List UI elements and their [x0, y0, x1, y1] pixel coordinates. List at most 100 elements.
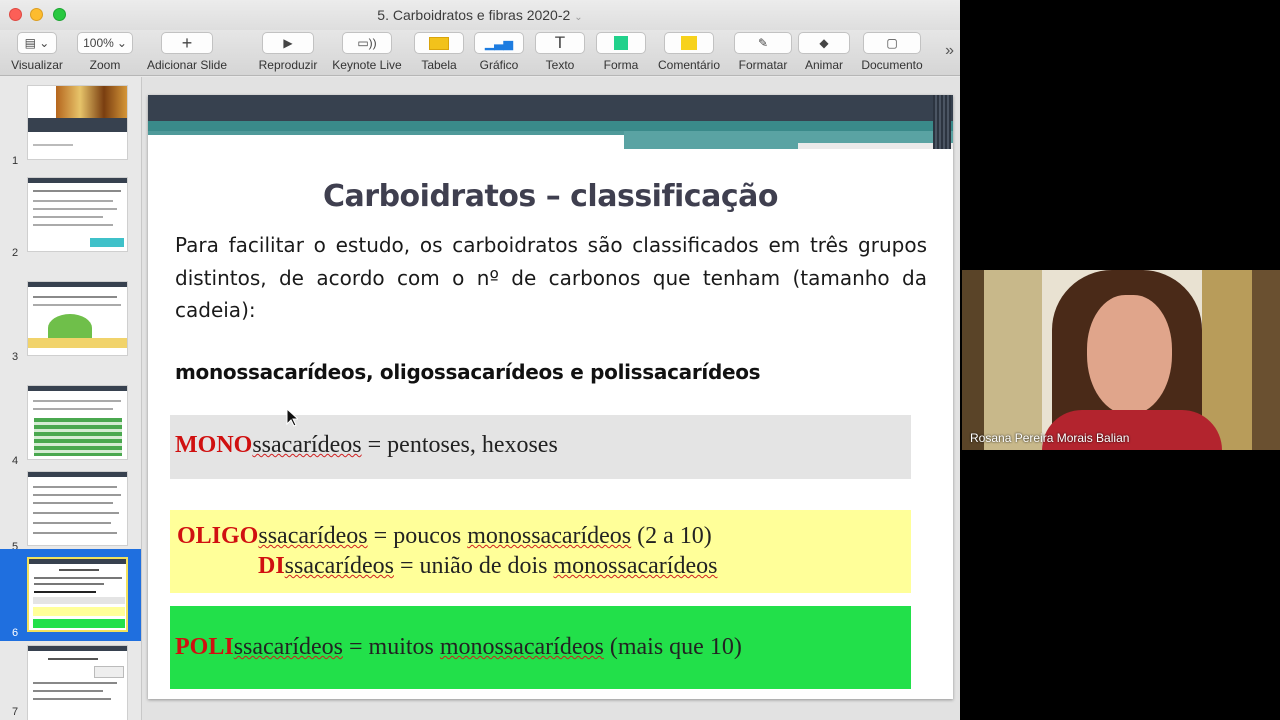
poli-eq1: = muitos	[342, 634, 440, 660]
slide-header-band	[148, 95, 953, 121]
slide-preview	[27, 281, 128, 356]
slide-number: 2	[12, 247, 19, 259]
plus-icon: +	[161, 32, 213, 54]
comment-label: Comentário	[657, 58, 721, 72]
slide-title[interactable]: Carboidratos – classificação	[148, 179, 953, 214]
slide-preview	[27, 471, 128, 546]
document-title[interactable]: 5. Carboidratos e fibras 2020-2 ⌄	[0, 7, 960, 23]
di-word: monossacarídeos	[553, 553, 718, 579]
animate-icon: ◆	[798, 32, 850, 54]
table-label: Tabela	[421, 58, 457, 72]
mono-box[interactable]: MONOssacarídeos = pentoses, hexoses	[170, 415, 911, 479]
slide-thumbnail-5[interactable]: 5	[0, 463, 141, 555]
play-icon: ▶	[262, 32, 314, 54]
chart-button[interactable]: ▁▃▅ Gráfico	[474, 32, 524, 72]
di-eq1: = união de dois	[393, 553, 554, 579]
view-label: Visualizar	[11, 58, 63, 72]
toolbar: ▤ ⌄ Visualizar 100% ⌄ Zoom + Adicionar Sl…	[0, 30, 960, 76]
current-slide[interactable]: Carboidratos – classificação Para facili…	[148, 95, 953, 699]
animate-button[interactable]: ◆ Animar	[798, 32, 850, 72]
slide-preview	[27, 645, 128, 720]
table-icon	[429, 36, 449, 50]
participant-face	[1087, 295, 1172, 415]
title-bar: 5. Carboidratos e fibras 2020-2 ⌄	[0, 0, 960, 30]
shape-label: Forma	[603, 58, 639, 72]
mono-prefix: MONO	[175, 432, 253, 458]
keynote-window: 5. Carboidratos e fibras 2020-2 ⌄ ▤ ⌄ Vis…	[0, 0, 960, 720]
poli-box[interactable]: POLIssacarídeos = muitos monossacarídeos…	[170, 606, 911, 689]
zoom-label: Zoom	[89, 58, 121, 72]
di-rest: ssacarídeos	[284, 553, 394, 579]
mouse-pointer-icon	[286, 408, 298, 427]
slide-header-bars	[933, 95, 951, 149]
chevron-down-icon: ⌄	[574, 12, 583, 23]
sidebar-view-icon: ▤ ⌄	[17, 32, 57, 54]
webcam-video[interactable]: Rosana Pereira Morais Balian	[962, 270, 1280, 450]
text-label: Texto	[545, 58, 575, 72]
format-label: Formatar	[738, 58, 788, 72]
slide-number: 7	[12, 706, 19, 718]
play-label: Reproduzir	[258, 58, 318, 72]
add-slide-button[interactable]: + Adicionar Slide	[143, 32, 231, 72]
document-button[interactable]: ▢ Documento	[858, 32, 926, 72]
keynote-live-icon: ▭))	[342, 32, 392, 54]
slide-preview	[27, 177, 128, 252]
oligo-box[interactable]: OLIGOssacarídeos = poucos monossacarídeo…	[170, 510, 911, 593]
document-label: Documento	[861, 58, 923, 72]
document-title-text: 5. Carboidratos e fibras 2020-2	[377, 7, 571, 23]
format-button[interactable]: ✎ Formatar	[734, 32, 792, 72]
participant-name: Rosana Pereira Morais Balian	[970, 431, 1130, 445]
di-prefix: DI	[258, 553, 285, 579]
slide-thumbnail-6[interactable]: 6	[0, 549, 141, 641]
table-button[interactable]: Tabela	[414, 32, 464, 72]
comment-icon-box	[664, 32, 714, 54]
slide-header-step	[148, 131, 624, 135]
slide-thumbnail-4[interactable]: 4	[0, 377, 141, 469]
keynote-live-label: Keynote Live	[332, 58, 402, 72]
poli-word: monossacarídeos	[439, 634, 604, 660]
slide-thumbnail-3[interactable]: 3	[0, 273, 141, 365]
slide-groups-text[interactable]: monossacarídeos, oligossacarídeos e poli…	[175, 360, 761, 384]
paintbrush-icon: ✎	[734, 32, 792, 54]
slide-thumbnail-1[interactable]: 1	[0, 77, 141, 169]
shape-button[interactable]: Forma	[596, 32, 646, 72]
document-icon: ▢	[863, 32, 921, 54]
slide-intro-text[interactable]: Para facilitar o estudo, os carboidratos…	[175, 229, 927, 327]
zoom-select[interactable]: 100% ⌄ Zoom	[76, 32, 134, 72]
oligo-word: monossacarídeos	[467, 523, 632, 549]
slide-thumbnail-7[interactable]: 7	[0, 637, 141, 720]
slide-preview	[27, 85, 128, 160]
mono-rest: ssacarídeos	[252, 432, 362, 458]
oligo-eq2: (2 a 10)	[631, 523, 712, 549]
oligo-prefix: OLIGO	[177, 523, 259, 549]
comment-button[interactable]: Comentário	[654, 32, 724, 72]
poli-eq2: (mais que 10)	[603, 634, 742, 660]
slide-preview	[27, 557, 128, 632]
mono-equation: = pentoses, hexoses	[361, 432, 558, 458]
text-button[interactable]: T Texto	[535, 32, 585, 72]
add-slide-label: Adicionar Slide	[146, 58, 228, 72]
chevron-down-icon: ⌄	[116, 36, 127, 50]
oligo-eq1: = poucos	[367, 523, 468, 549]
shape-icon	[614, 36, 628, 50]
animate-label: Animar	[804, 58, 843, 72]
poli-rest: ssacarídeos	[233, 634, 343, 660]
slide-canvas[interactable]: Carboidratos – classificação Para facili…	[142, 77, 960, 720]
chart-label: Gráfico	[479, 58, 519, 72]
chart-icon: ▁▃▅	[474, 32, 524, 54]
comment-icon	[681, 36, 697, 50]
table-icon-box	[414, 32, 464, 54]
toolbar-overflow-button[interactable]: »	[945, 42, 954, 60]
slide-header-stripe	[148, 121, 953, 131]
slide-thumbnail-2[interactable]: 2	[0, 169, 141, 261]
keynote-live-button[interactable]: ▭)) Keynote Live	[330, 32, 404, 72]
poli-prefix: POLI	[175, 634, 234, 660]
view-button[interactable]: ▤ ⌄ Visualizar	[10, 32, 64, 72]
slide-header-highlight	[798, 143, 953, 149]
slide-number: 3	[12, 351, 19, 363]
slide-preview	[27, 385, 128, 460]
oligo-rest: ssacarídeos	[258, 523, 368, 549]
slide-number: 1	[12, 155, 19, 167]
play-button[interactable]: ▶ Reproduzir	[256, 32, 320, 72]
slide-navigator: 1 2 3 4 5 6 7	[0, 77, 142, 720]
